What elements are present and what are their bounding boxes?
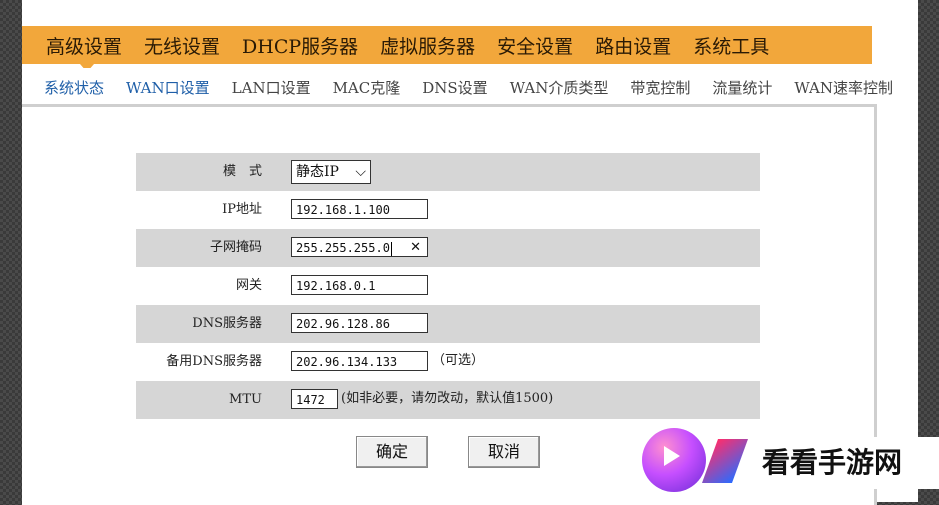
- mode-select-value: 静态IP: [296, 164, 339, 180]
- watermark-circle-icon: [642, 428, 706, 492]
- ip-label: IP地址: [222, 202, 262, 217]
- nav-security[interactable]: 安全设置: [497, 32, 573, 59]
- text-cursor: [390, 241, 392, 256]
- gateway-row: 网关 192.168.0.1: [136, 267, 760, 305]
- subnav-wan-media-type[interactable]: WAN介质类型: [510, 77, 609, 98]
- mtu-note: (如非必要，请勿改动，默认值1500): [341, 391, 554, 406]
- close-icon[interactable]: ✕: [410, 238, 421, 258]
- chevron-down-icon: ⌵: [355, 164, 366, 180]
- ok-button[interactable]: 确定: [356, 436, 428, 468]
- subnav-bandwidth-control[interactable]: 带宽控制: [630, 77, 690, 98]
- top-navigation: 高级设置 无线设置 DHCP服务器 虚拟服务器 安全设置 路由设置 系统工具: [22, 26, 872, 64]
- nav-wireless[interactable]: 无线设置: [144, 32, 220, 59]
- mode-row: 模 式 静态IP ⌵: [136, 153, 760, 191]
- subnav-mac-clone[interactable]: MAC克隆: [333, 77, 401, 98]
- subnav-wan-rate-control[interactable]: WAN速率控制: [794, 77, 893, 98]
- gateway-label: 网关: [235, 278, 262, 293]
- mask-row: 子网掩码 255.255.255.0 ✕: [136, 229, 760, 267]
- dns-label: DNS服务器: [192, 316, 262, 331]
- nav-routing[interactable]: 路由设置: [595, 32, 671, 59]
- subnav-wan-settings[interactable]: WAN口设置: [126, 77, 210, 98]
- secondary-dns-input[interactable]: 202.96.134.133: [291, 351, 428, 371]
- nav-dhcp[interactable]: DHCP服务器: [242, 32, 358, 59]
- mode-select[interactable]: 静态IP ⌵: [291, 160, 371, 184]
- mode-label: 模 式: [222, 164, 262, 179]
- nav-advanced[interactable]: 高级设置: [46, 32, 122, 59]
- mtu-row: MTU 1472 (如非必要，请勿改动，默认值1500): [136, 381, 760, 419]
- mtu-input[interactable]: 1472: [291, 389, 338, 409]
- mtu-label: MTU: [229, 392, 262, 407]
- cancel-button[interactable]: 取消: [468, 436, 540, 468]
- subnav-lan-settings[interactable]: LAN口设置: [232, 77, 311, 98]
- nav-system-tools[interactable]: 系统工具: [693, 32, 769, 59]
- dns2-row: 备用DNS服务器 202.96.134.133 （可选）: [136, 343, 760, 381]
- ip-address-input[interactable]: 192.168.1.100: [291, 199, 428, 219]
- subnet-mask-value: 255.255.255.0: [296, 241, 390, 255]
- subnav-system-status[interactable]: 系统状态: [44, 77, 104, 98]
- mask-label: 子网掩码: [209, 240, 262, 255]
- subnav-dns-settings[interactable]: DNS设置: [422, 77, 487, 98]
- sub-navigation: 系统状态 WAN口设置 LAN口设置 MAC克隆 DNS设置 WAN介质类型 带…: [22, 68, 918, 106]
- watermark-text: 看看手游网: [762, 446, 903, 479]
- nav-virtual-server[interactable]: 虚拟服务器: [380, 32, 475, 59]
- gateway-input[interactable]: 192.168.0.1: [291, 275, 428, 295]
- dns-row: DNS服务器 202.96.128.86: [136, 305, 760, 343]
- subnet-mask-input[interactable]: 255.255.255.0 ✕: [291, 237, 428, 257]
- optional-note: （可选）: [432, 353, 485, 368]
- dns2-label: 备用DNS服务器: [166, 354, 262, 369]
- ip-row: IP地址 192.168.1.100: [136, 191, 760, 229]
- subnav-traffic-stats[interactable]: 流量统计: [712, 77, 772, 98]
- watermark-logo: 看看手游网: [640, 425, 939, 502]
- dns-input[interactable]: 202.96.128.86: [291, 313, 428, 333]
